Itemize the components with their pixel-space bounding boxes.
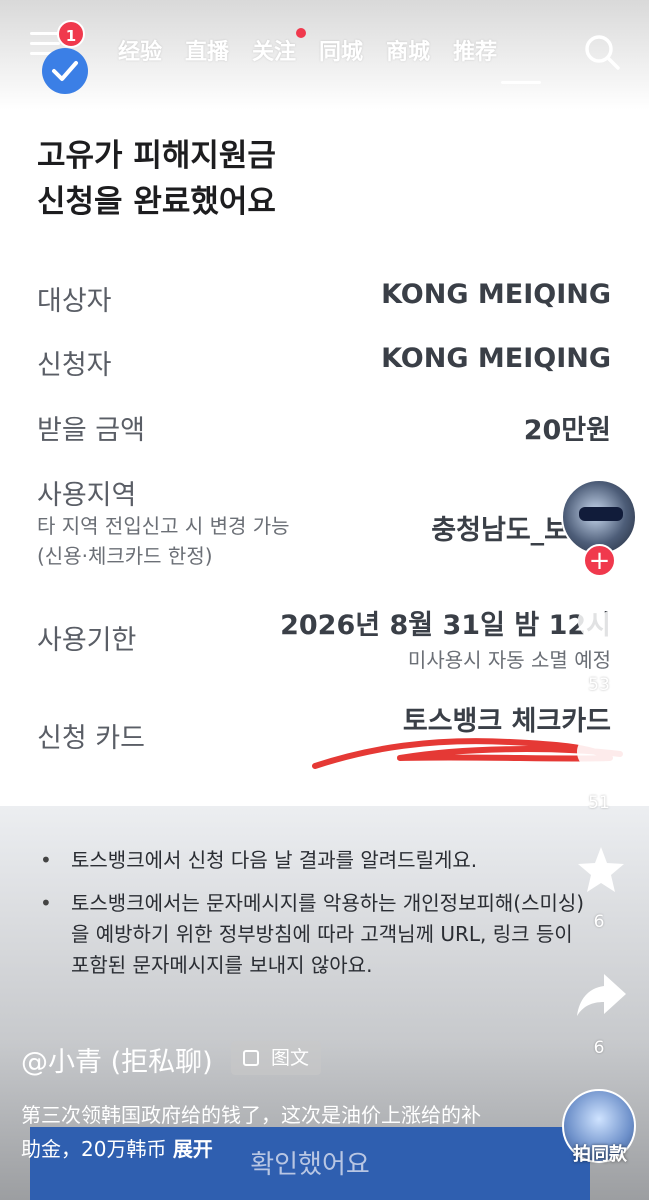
expand-link[interactable]: 展开 [173, 1137, 213, 1161]
notification-badge: 1 [57, 20, 85, 48]
active-tab-indicator [501, 81, 541, 84]
heart-icon[interactable] [574, 604, 628, 654]
row-value-applicant: KONG MEIQING [381, 343, 611, 374]
check-icon[interactable] [42, 48, 88, 94]
tab-experience[interactable]: 经验 [118, 34, 162, 70]
share-icon[interactable] [574, 970, 628, 1020]
search-icon[interactable] [582, 32, 622, 72]
row-value-recipient: KONG MEIQING [381, 279, 611, 310]
like-count: 53 [588, 675, 610, 695]
feed-tabs: 经验 直播 关注 同城 商城 推荐 [118, 28, 520, 70]
new-content-dot [296, 28, 307, 38]
title-line-1: 고유가 피해지원금 [37, 138, 276, 174]
row-label-recipient: 대상자 [37, 286, 112, 317]
avatar-sunglasses [579, 507, 623, 521]
region-note-line-2: (신용·체크카드 한정) [37, 544, 213, 568]
image-text-icon [243, 1050, 259, 1066]
row-label-region: 사용지역 [37, 480, 137, 511]
region-note-line-1: 타 지역 전입신고 시 변경 가능 [37, 514, 290, 538]
tab-following[interactable]: 关注 [252, 28, 307, 70]
tab-following-label: 关注 [252, 40, 297, 65]
share-count: 6 [593, 1038, 605, 1058]
favorite-count: 6 [593, 912, 605, 932]
follow-button[interactable]: + [583, 544, 616, 577]
post-type-tag: 图文 [231, 1041, 322, 1075]
info-bullet-list: 토스뱅크에서 신청 다음 날 결과를 알려드릴게요. 토스뱅크에서는 문자메시지… [40, 845, 630, 993]
tab-recommended[interactable]: 推荐 [453, 34, 497, 70]
row-value-region: 충청남도_보 [431, 515, 569, 546]
author-name[interactable]: @小青 (拒私聊) [21, 1040, 213, 1079]
post-caption[interactable]: 第三次领韩国政府给的钱了，这次是油价上涨给的补助金，20万韩币 展开 [21, 1098, 491, 1166]
row-label-expiry: 사용기한 [37, 625, 137, 656]
row-value-amount: 20만원 [523, 415, 611, 446]
row-label-amount: 받을 금액 [37, 415, 145, 446]
title-line-2: 신청을 완료했어요 [37, 184, 276, 220]
bullet-item-result: 토스뱅크에서 신청 다음 날 결과를 알려드릴게요. [40, 845, 630, 876]
comment-count: 51 [588, 793, 610, 813]
caption-text: 第三次领韩国政府给的钱了，这次是油价上涨给的补助金，20万韩币 [21, 1103, 481, 1161]
row-label-card: 신청 카드 [37, 723, 145, 754]
same-style-label[interactable]: 拍同款 [560, 1140, 640, 1166]
page-title: 고유가 피해지원금 신청을 완료했어요 [37, 133, 276, 225]
row-label-applicant: 신청자 [37, 350, 112, 381]
row-value-expiry: 2026년 8월 31일 밤 12시 [280, 610, 611, 641]
star-icon[interactable] [574, 845, 628, 895]
tab-mall[interactable]: 商城 [386, 34, 430, 70]
tab-live[interactable]: 直播 [185, 34, 229, 70]
comment-icon[interactable] [574, 728, 628, 778]
region-note: 타 지역 전입신고 시 변경 가능 (신용·체크카드 한정) [37, 511, 290, 571]
tab-nearby[interactable]: 同城 [319, 34, 363, 70]
bullet-item-smishing: 토스뱅크에서는 문자메시지를 악용하는 개인정보피해(스미싱)을 예방하기 위한… [40, 888, 591, 981]
post-type-label: 图文 [271, 1047, 310, 1069]
